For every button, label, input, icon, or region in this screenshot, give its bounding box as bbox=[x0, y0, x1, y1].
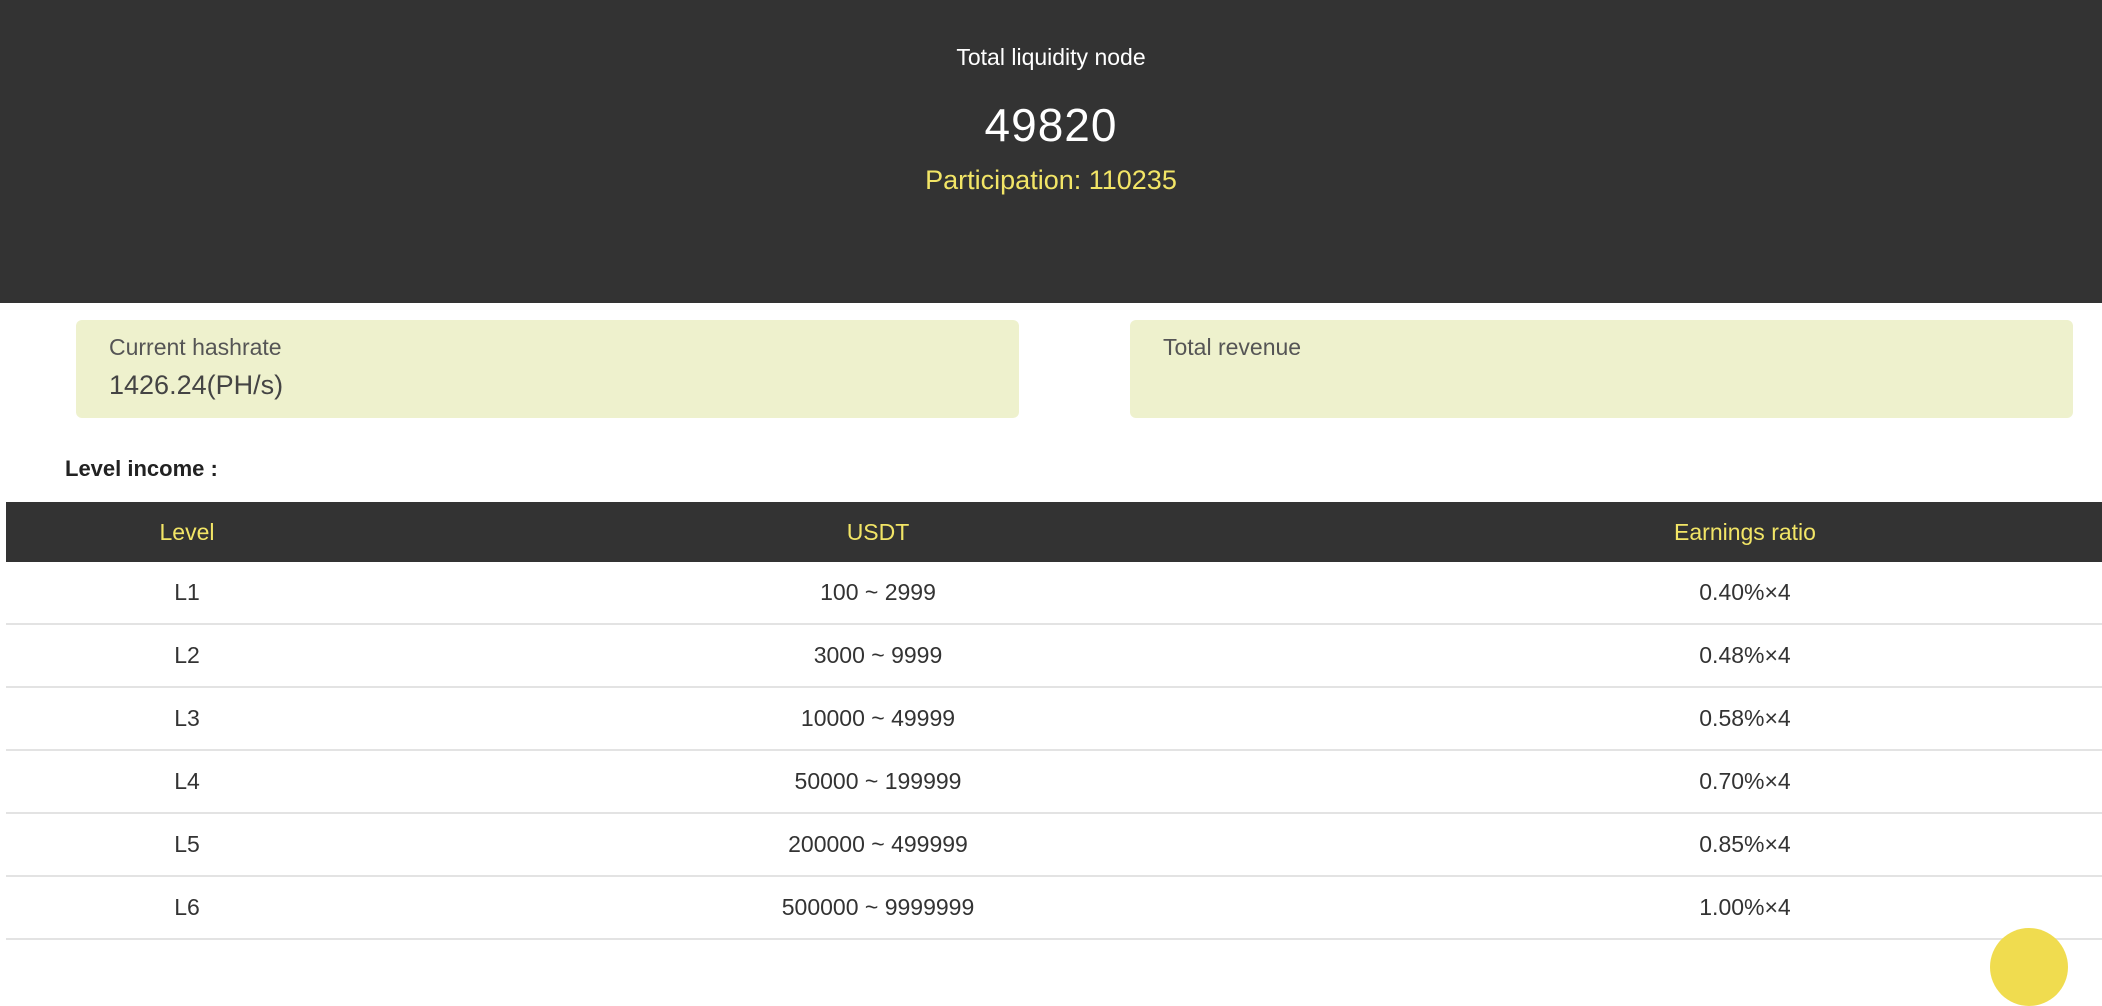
level-cell: L4 bbox=[174, 768, 200, 794]
level-cell: L3 bbox=[174, 705, 200, 731]
hero-banner: Total liquidity node 49820 Participation… bbox=[0, 0, 2102, 303]
level-cell: L6 bbox=[174, 894, 200, 920]
usdt-range-cell: 100 ~ 2999 bbox=[820, 579, 936, 605]
table-row: L1 100 ~ 2999 0.40%×4 bbox=[6, 562, 2102, 625]
earnings-ratio-cell: 0.70%×4 bbox=[1699, 768, 1791, 794]
current-hashrate-label: Current hashrate bbox=[109, 334, 282, 360]
earnings-ratio-cell: 0.48%×4 bbox=[1699, 642, 1791, 668]
table-row: L3 10000 ~ 49999 0.58%×4 bbox=[6, 688, 2102, 751]
participation-count: Participation: 110235 bbox=[925, 165, 1177, 195]
total-revenue-card: Total revenue bbox=[1130, 320, 2073, 418]
level-cell: L2 bbox=[174, 642, 200, 668]
usdt-range-cell: 10000 ~ 49999 bbox=[800, 705, 956, 731]
level-income-table: Level USDT Earnings ratio L1 100 ~ 2999 … bbox=[6, 502, 2102, 940]
column-header-level: Level bbox=[159, 518, 215, 545]
table-header: Level USDT Earnings ratio bbox=[6, 502, 2102, 562]
total-revenue-label: Total revenue bbox=[1163, 334, 1302, 360]
total-liquidity-node-label: Total liquidity node bbox=[956, 44, 1146, 70]
current-hashrate-card: Current hashrate 1426.24(PH/s) bbox=[76, 320, 1019, 418]
column-header-usdt: USDT bbox=[846, 518, 910, 545]
table-row: L2 3000 ~ 9999 0.48%×4 bbox=[6, 625, 2102, 688]
table-row: L4 50000 ~ 199999 0.70%×4 bbox=[6, 751, 2102, 814]
level-cell: L5 bbox=[174, 831, 200, 857]
usdt-range-cell: 200000 ~ 499999 bbox=[788, 831, 968, 857]
usdt-range-cell: 50000 ~ 199999 bbox=[794, 768, 962, 794]
earnings-ratio-cell: 0.58%×4 bbox=[1699, 705, 1791, 731]
usdt-range-cell: 500000 ~ 9999999 bbox=[781, 894, 975, 920]
earnings-ratio-cell: 0.85%×4 bbox=[1699, 831, 1791, 857]
level-cell: L1 bbox=[174, 579, 200, 605]
earnings-ratio-cell: 0.40%×4 bbox=[1699, 579, 1791, 605]
table-row: L5 200000 ~ 499999 0.85%×4 bbox=[6, 814, 2102, 877]
level-income-title: Level income : bbox=[65, 456, 218, 481]
usdt-range-cell: 3000 ~ 9999 bbox=[813, 642, 943, 668]
table-row: L6 500000 ~ 9999999 1.00%×4 bbox=[6, 877, 2102, 940]
earnings-ratio-cell: 1.00%×4 bbox=[1699, 894, 1791, 920]
total-liquidity-node-value: 49820 bbox=[984, 99, 1118, 151]
current-hashrate-value: 1426.24(PH/s) bbox=[109, 370, 284, 400]
column-header-earnings-ratio: Earnings ratio bbox=[1674, 518, 1816, 545]
